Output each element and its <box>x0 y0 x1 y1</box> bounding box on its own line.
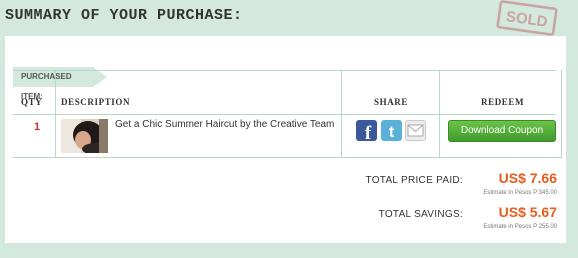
sold-stamp-text: SOLD <box>505 8 549 31</box>
svg-text:t: t <box>389 124 395 141</box>
deal-thumbnail[interactable] <box>61 119 108 153</box>
page-title: SUMMARY OF YOUR PURCHASE: <box>5 7 243 24</box>
download-coupon-button[interactable]: Download Coupon <box>448 120 556 142</box>
facebook-icon[interactable]: f <box>356 120 377 141</box>
column-header-description: DESCRIPTION <box>61 97 131 107</box>
deal-description[interactable]: Get a Chic Summer Haircut by the Creativ… <box>115 117 337 132</box>
total-savings-label: TOTAL SAVINGS: <box>378 209 463 220</box>
email-icon[interactable] <box>405 120 426 141</box>
total-savings-value: US$ 5.67 <box>498 204 557 220</box>
purchase-summary-panel: PURCHASED ITEM: QTY DESCRIPTION SHARE RE… <box>5 36 566 243</box>
total-price-estimate: Estimate in Pesos P 345.00 <box>483 190 557 196</box>
table-top-border <box>13 70 556 71</box>
qty-value: 1 <box>33 121 41 133</box>
table-bottom-border <box>13 157 562 158</box>
sold-stamp: SOLD <box>495 0 559 37</box>
ribbon-dot <box>93 75 97 79</box>
table-header-divider <box>13 114 556 115</box>
total-price-label: TOTAL PRICE PAID: <box>365 175 463 186</box>
svg-text:f: f <box>365 123 372 141</box>
column-header-share: SHARE <box>374 97 409 107</box>
total-price-value: US$ 7.66 <box>498 170 557 186</box>
column-header-redeem: REDEEM <box>481 97 525 107</box>
col-divider-description <box>341 70 342 157</box>
column-header-qty: QTY <box>21 97 43 107</box>
table-right-border <box>561 70 562 157</box>
col-divider-qty <box>55 70 56 157</box>
total-savings-estimate: Estimate in Pesos P 255.00 <box>483 224 557 230</box>
col-divider-share <box>439 70 440 157</box>
twitter-icon[interactable]: t <box>381 120 402 141</box>
